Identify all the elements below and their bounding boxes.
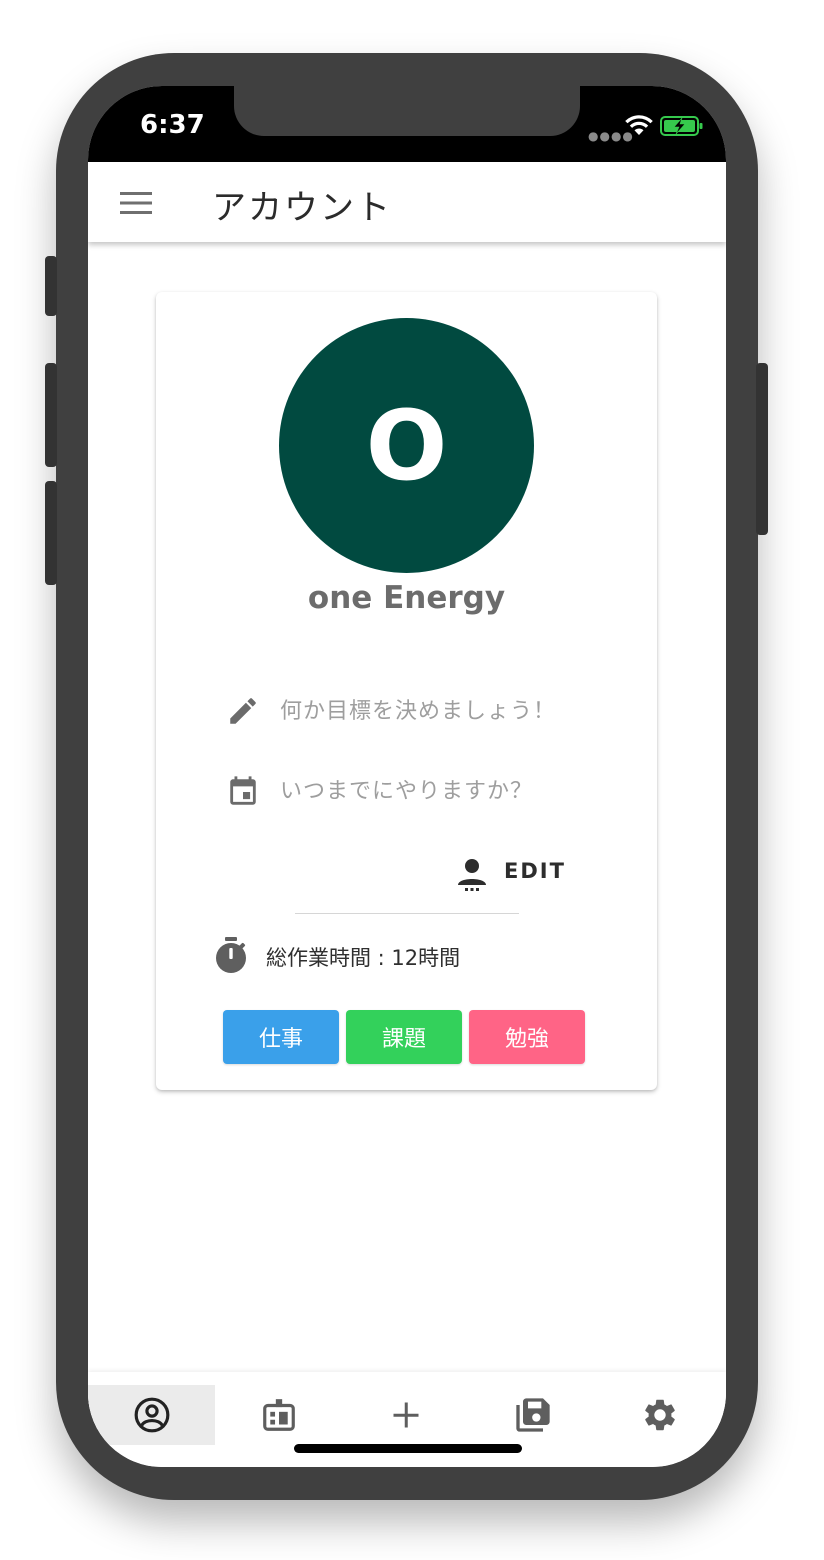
total-time-row: 総作業時間 : 12時間 <box>214 936 594 980</box>
power-button <box>756 363 768 535</box>
deadline-placeholder: いつまでにやりますか？ <box>280 779 534 804</box>
nav-records[interactable] <box>469 1385 596 1445</box>
pencil-icon <box>230 698 256 724</box>
avatar[interactable]: O <box>279 318 534 573</box>
person-edit-icon <box>458 859 486 891</box>
wifi-icon <box>625 115 653 135</box>
app-bar: アカウント <box>88 162 726 242</box>
volume-down-button <box>45 481 57 585</box>
mute-switch <box>45 256 57 316</box>
home-indicator[interactable] <box>294 1444 522 1453</box>
tag-button-study[interactable]: 勉強 <box>469 1010 585 1064</box>
edit-profile-button[interactable]: EDIT <box>456 855 566 895</box>
status-bar: 6:37 ●●●● <box>88 86 726 162</box>
profile-card: O one Energy 何か目標を決めましょう！ いつまでにやりますか？ ED <box>156 292 657 1090</box>
page-title: アカウント <box>212 188 392 228</box>
timer-icon <box>216 937 246 973</box>
tag-button-assignment[interactable]: 課題 <box>346 1010 462 1064</box>
goal-placeholder: 何か目標を決めましょう！ <box>280 699 557 724</box>
nav-settings[interactable] <box>596 1385 723 1445</box>
library-save-icon <box>515 1398 550 1432</box>
divider <box>295 913 519 914</box>
menu-icon[interactable] <box>120 192 152 214</box>
nav-account[interactable] <box>88 1385 215 1445</box>
add-icon <box>393 1402 418 1428</box>
total-time-text: 総作業時間 : 12時間 <box>266 946 461 970</box>
nav-company[interactable] <box>215 1385 342 1445</box>
nav-add[interactable] <box>342 1385 469 1445</box>
volume-up-button <box>45 363 57 467</box>
screen: 6:37 ●●●● アカウント O one Energy 何か目標を決めましょう… <box>88 86 726 1467</box>
settings-icon <box>644 1399 675 1431</box>
domain-icon <box>262 1399 295 1431</box>
user-name: one Energy <box>307 580 506 616</box>
battery-charging-icon <box>660 116 703 136</box>
deadline-field[interactable]: いつまでにやりますか？ <box>226 770 606 810</box>
account-circle-icon <box>134 1397 169 1433</box>
avatar-initial: O <box>365 389 448 502</box>
edit-label: EDIT <box>504 859 566 883</box>
status-time: 6:37 <box>140 110 205 140</box>
tag-button-work[interactable]: 仕事 <box>223 1010 339 1064</box>
calendar-icon <box>230 776 256 805</box>
goal-field[interactable]: 何か目標を決めましょう！ <box>226 690 606 730</box>
notch <box>234 86 580 136</box>
